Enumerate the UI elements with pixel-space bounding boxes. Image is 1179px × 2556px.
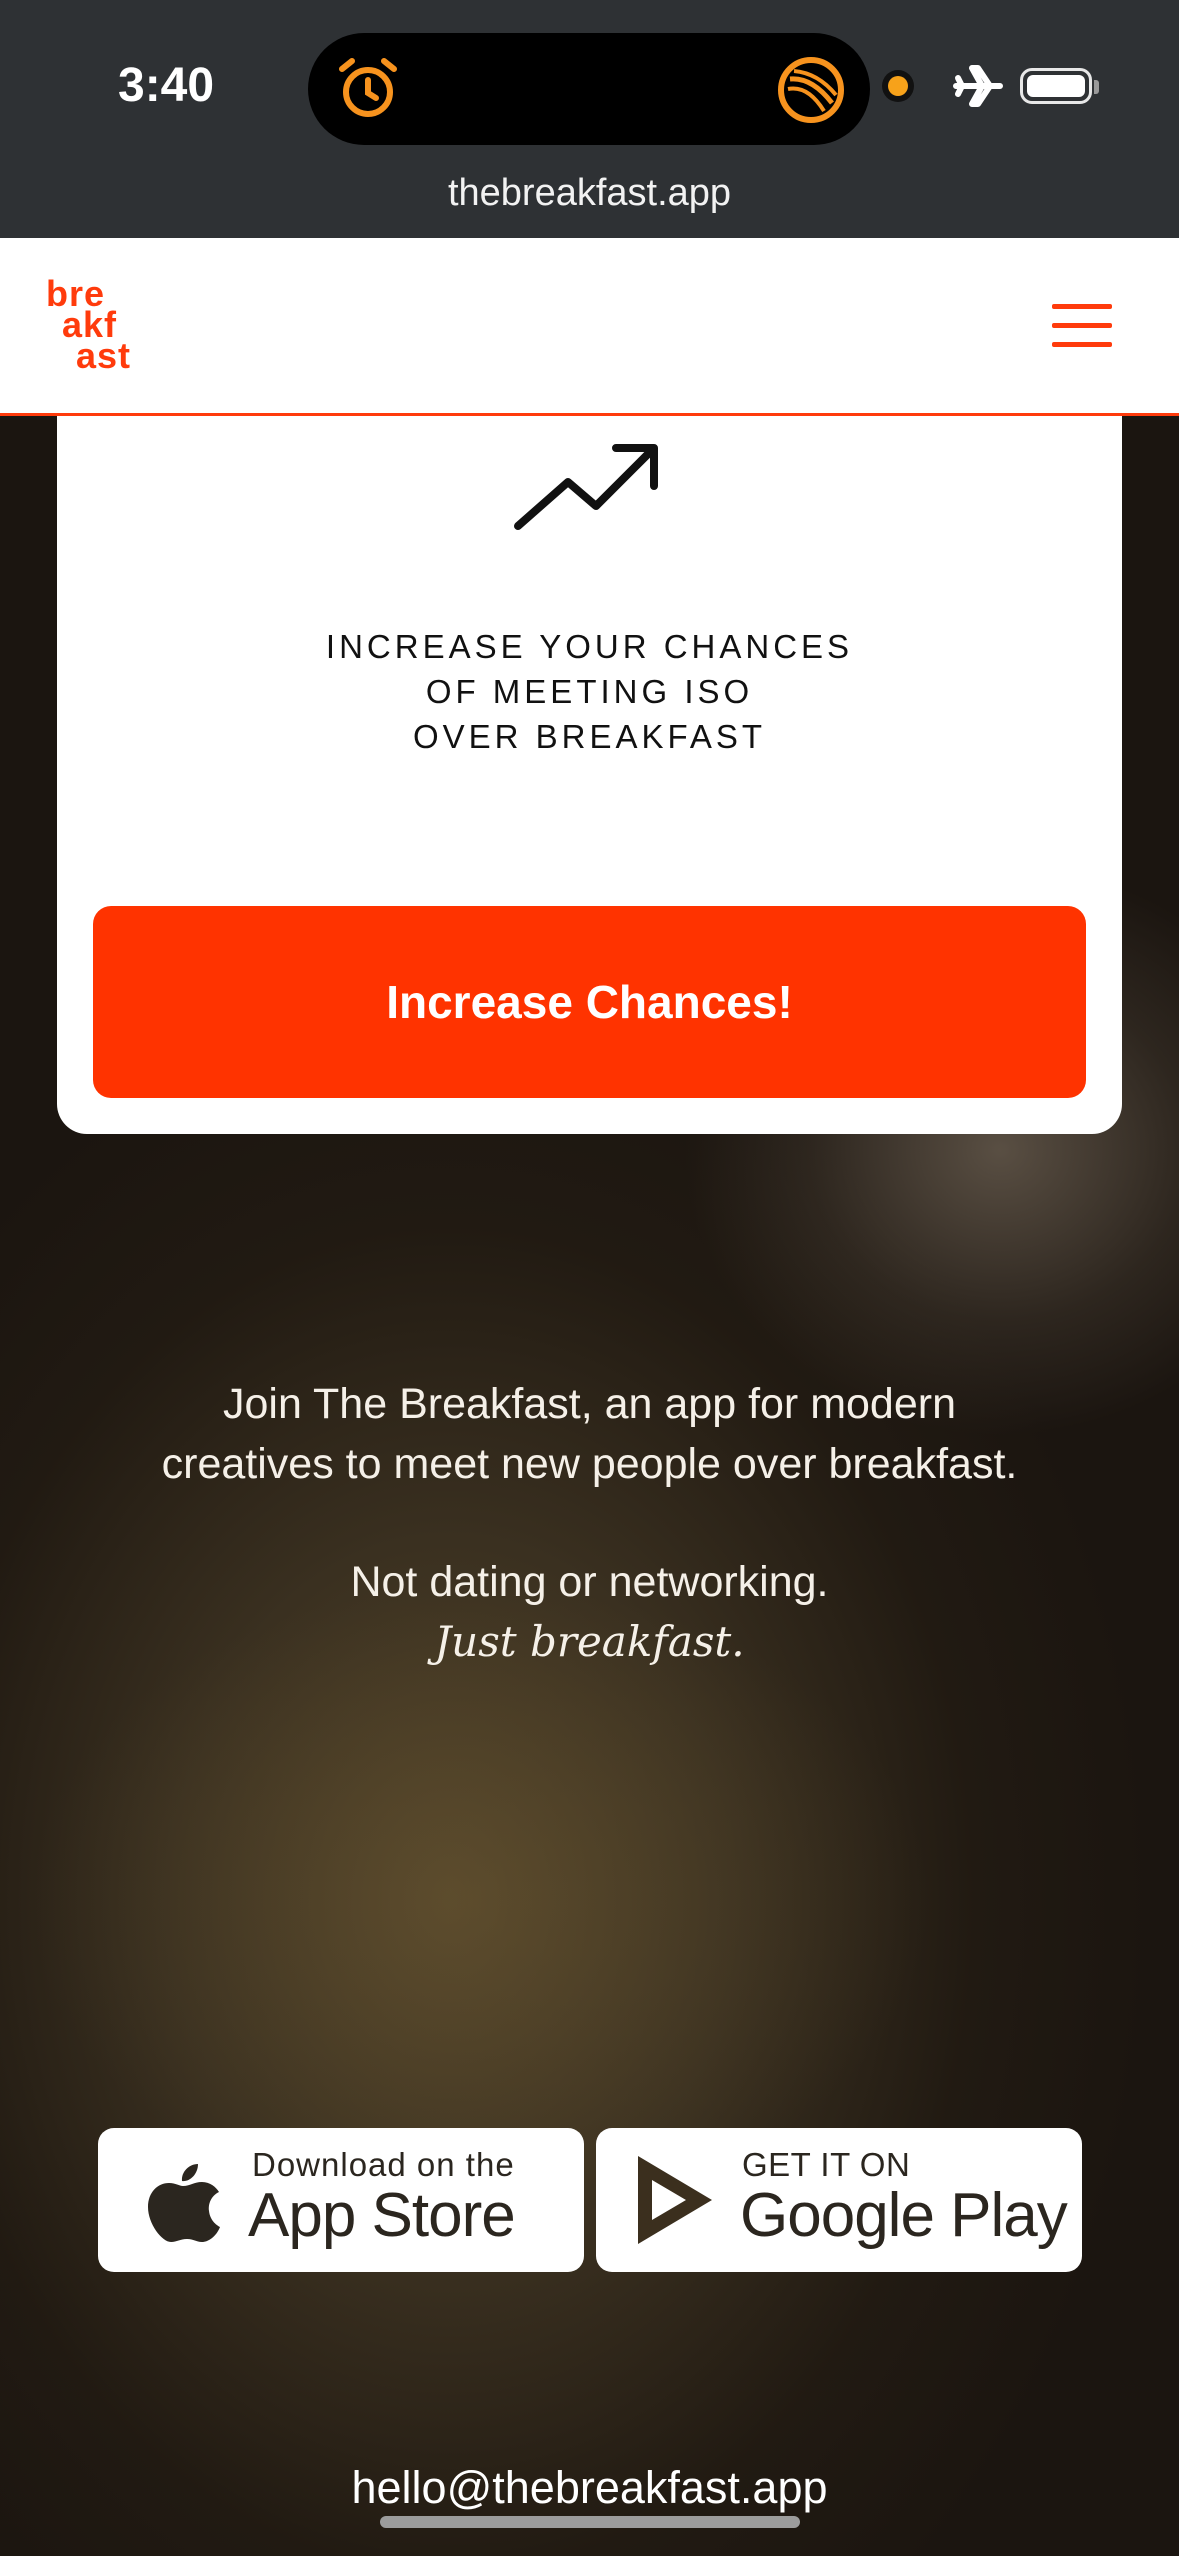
status-bar: 3:40 thebreakfast.app — [0, 0, 1179, 238]
home-indicator — [380, 2516, 800, 2528]
battery-tip — [1094, 80, 1099, 94]
card-headline-line-3: OVER BREAKFAST — [412, 718, 767, 755]
status-time: 3:40 — [118, 59, 215, 112]
google-play-label: Google Play — [740, 2181, 1068, 2250]
site-header: bre akf ast — [0, 238, 1179, 416]
trending-up-icon — [514, 444, 658, 530]
hamburger-menu-icon[interactable] — [1052, 304, 1112, 348]
alarm-icon — [339, 58, 397, 117]
app-store-small-text: Download on the — [252, 2146, 515, 2183]
battery-icon — [1020, 68, 1092, 104]
google-play-small-text: GET IT ON — [742, 2146, 911, 2183]
airplane-mode-icon — [953, 65, 1003, 107]
tagline: Not dating or networking. — [350, 1558, 829, 1606]
tagline-italic: Just breakfast. — [434, 1617, 745, 1666]
address-bar-url[interactable]: thebreakfast.app — [0, 172, 1179, 215]
increase-chances-card: INCREASE YOUR CHANCES OF MEETING ISO OVE… — [57, 416, 1122, 1134]
card-headline-line-1: INCREASE YOUR CHANCES — [325, 628, 854, 665]
google-play-badge[interactable]: GET IT ON Google Play — [596, 2128, 1082, 2272]
recording-dot-icon — [888, 76, 908, 96]
app-description: Join The Breakfast, an app for modern cr… — [0, 1374, 1179, 1672]
card-headline-line-2: OF MEETING ISO — [425, 673, 754, 710]
play-store-icon — [638, 2156, 712, 2244]
contact-email-link[interactable]: hello@thebreakfast.app — [0, 2462, 1179, 2514]
card-headline: INCREASE YOUR CHANCES OF MEETING ISO OVE… — [57, 624, 1122, 759]
description-line-1: Join The Breakfast, an app for modern — [222, 1380, 956, 1428]
app-store-label: App Store — [248, 2181, 516, 2250]
description-line-2: creatives to meet new people over breakf… — [161, 1440, 1018, 1488]
logo-line-3: ast — [76, 335, 132, 376]
breakfast-logo[interactable]: bre akf ast — [46, 276, 132, 376]
app-store-badge[interactable]: Download on the App Store — [98, 2128, 584, 2272]
live-activity-icon — [778, 57, 844, 123]
dynamic-island — [308, 33, 870, 145]
apple-icon — [148, 2164, 220, 2242]
increase-chances-button[interactable]: Increase Chances! — [93, 906, 1086, 1098]
